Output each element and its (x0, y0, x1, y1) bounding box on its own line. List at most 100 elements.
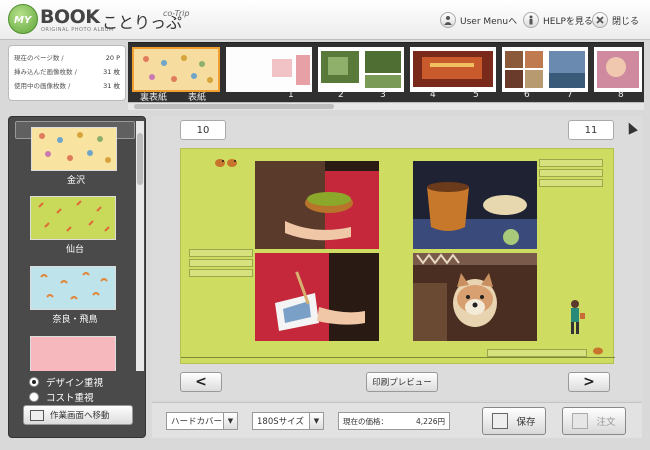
bottom-toolbar: ハードカバー ▼ 180Sサイズ ▼ 現在の価格： 4,226円 保存 注文 (152, 402, 642, 438)
help-icon (523, 12, 539, 28)
cart-icon (572, 413, 589, 429)
editor-canvas: 10 11 < 印刷プレビュー > (152, 116, 642, 400)
price-value: 4,226円 (416, 416, 445, 426)
close-icon (592, 12, 608, 28)
page-filmstrip: 裏表紙 表紙 1 2 3 4 5 6 7 8 (128, 42, 644, 103)
chevron-down-icon: ▼ (223, 413, 237, 429)
move-button-label: 作業画面へ移動 (50, 411, 110, 421)
current-price: 現在の価格： 4,226円 (338, 412, 450, 430)
label-page-7: 7 (567, 90, 573, 100)
info-label: 現在のページ数 / (14, 54, 64, 62)
design-swatch (30, 336, 116, 371)
design-scroll-thumb[interactable] (137, 133, 143, 185)
user-menu-label: User Menuへ (460, 16, 518, 27)
price-label: 現在の価格： (343, 416, 388, 426)
caption-box[interactable] (539, 169, 603, 177)
photo-whisking[interactable] (255, 253, 379, 341)
label-page-6: 6 (524, 90, 530, 100)
birds-decoration-icon (215, 159, 237, 167)
move-to-workspace-button[interactable]: 作業画面へ移動 (23, 405, 133, 425)
bird-decoration-icon (593, 347, 603, 355)
radio-dot (29, 392, 39, 402)
design-list-scrollbar[interactable] (136, 121, 144, 371)
next-page-button[interactable]: > (568, 372, 610, 392)
design-swatch (30, 196, 116, 240)
design-item-sendai[interactable]: 仙台 (15, 191, 135, 255)
label-page-8: 8 (618, 90, 624, 100)
filmstrip-scrollbar[interactable] (128, 102, 644, 110)
info-label: 使用中の画像枚数 / (14, 82, 71, 90)
filmstrip-scroll-thumb[interactable] (134, 104, 334, 109)
thumb-page-2-3[interactable] (318, 47, 404, 92)
save-label: 保存 (516, 417, 536, 428)
size-value: 180Sサイズ (257, 417, 304, 427)
caption-box[interactable] (189, 249, 253, 257)
right-page-number: 11 (568, 120, 614, 140)
design-item-nara-asuka[interactable]: 奈良・飛鳥 (15, 261, 135, 325)
radio-label: コスト重視 (46, 393, 94, 404)
caption-box[interactable] (189, 259, 253, 267)
caption-box[interactable] (539, 179, 603, 187)
photo-matcha-pour[interactable] (255, 161, 379, 249)
info-row-pages: 現在のページ数 / 20 P (14, 51, 120, 65)
label-page-5: 5 (473, 90, 479, 100)
design-item-kanazawa[interactable]: 金沢 (15, 121, 135, 186)
print-preview-button[interactable]: 印刷プレビュー (366, 372, 438, 392)
ground-line (181, 357, 615, 358)
app-header: MY BOOK ORIGINAL PHOTO ALBUM ことりっぷ co-Tr… (0, 0, 650, 40)
prev-page-button[interactable]: < (180, 372, 222, 392)
info-label: 挿み込んだ画像枚数 / (14, 68, 77, 76)
logo-cotrip: co-Trip (163, 9, 190, 18)
label-page-1: 1 (288, 90, 294, 100)
help-button[interactable]: HELPを見る (523, 11, 593, 29)
label-page-4: 4 (430, 90, 436, 100)
info-value: 31 枚 (103, 68, 120, 76)
design-label: 奈良・飛鳥 (52, 315, 98, 325)
help-label: HELPを見る (543, 16, 593, 27)
monitor-icon (30, 409, 44, 421)
left-page-number: 10 (180, 120, 226, 140)
design-item-pink[interactable] (15, 331, 135, 371)
thumb-page-4-5[interactable] (410, 47, 496, 92)
user-icon (440, 12, 456, 28)
order-label: 注文 (596, 417, 616, 428)
close-label: 閉じる (612, 16, 640, 27)
radio-label: デザイン重視 (46, 378, 104, 389)
info-value: 31 枚 (103, 82, 120, 90)
floppy-disk-icon (492, 413, 509, 429)
label-page-2: 2 (338, 90, 344, 100)
photo-tea-bowl[interactable] (413, 161, 537, 249)
radio-cost-priority[interactable]: コスト重視 (29, 390, 94, 404)
cover-type-value: ハードカバー (171, 417, 223, 427)
thumb-page-6-7[interactable] (502, 47, 588, 92)
design-sidebar: 金沢 仙台 奈良・飛鳥 デザイン重視 コスト重視 作業画面へ移動 (8, 116, 146, 438)
caption-box[interactable] (487, 349, 587, 357)
cover-type-select[interactable]: ハードカバー ▼ (166, 412, 238, 430)
design-swatch (30, 266, 116, 310)
caption-box[interactable] (189, 269, 253, 277)
thumb-page-8[interactable] (594, 47, 642, 92)
thumb-cover[interactable] (132, 47, 220, 92)
user-menu-button[interactable]: User Menuへ (440, 11, 517, 29)
design-list: 金沢 仙台 奈良・飛鳥 (15, 121, 135, 371)
info-row-used-images: 使用中の画像枚数 / 31 枚 (14, 79, 120, 93)
radio-design-priority[interactable]: デザイン重視 (29, 375, 103, 389)
order-button[interactable]: 注文 (562, 407, 626, 435)
photo-shiba-dog[interactable] (413, 253, 537, 341)
design-label: 仙台 (65, 245, 84, 255)
radio-dot (29, 377, 39, 387)
info-value: 20 P (105, 54, 120, 62)
label-page-3: 3 (380, 90, 386, 100)
logo-book: BOOK (40, 6, 100, 28)
design-label: 金沢 (66, 176, 85, 186)
chevron-down-icon: ▼ (309, 413, 323, 429)
thumb-page-1[interactable] (226, 47, 312, 92)
size-select[interactable]: 180Sサイズ ▼ (252, 412, 324, 430)
save-button[interactable]: 保存 (482, 407, 546, 435)
close-button[interactable]: 閉じる (592, 11, 639, 29)
design-swatch (31, 127, 117, 171)
traveler-decoration-icon (571, 300, 585, 334)
album-info-panel: 現在のページ数 / 20 P 挿み込んだ画像枚数 / 31 枚 使用中の画像枚数… (8, 45, 126, 101)
caption-box[interactable] (539, 159, 603, 167)
page-spread[interactable] (180, 148, 615, 364)
